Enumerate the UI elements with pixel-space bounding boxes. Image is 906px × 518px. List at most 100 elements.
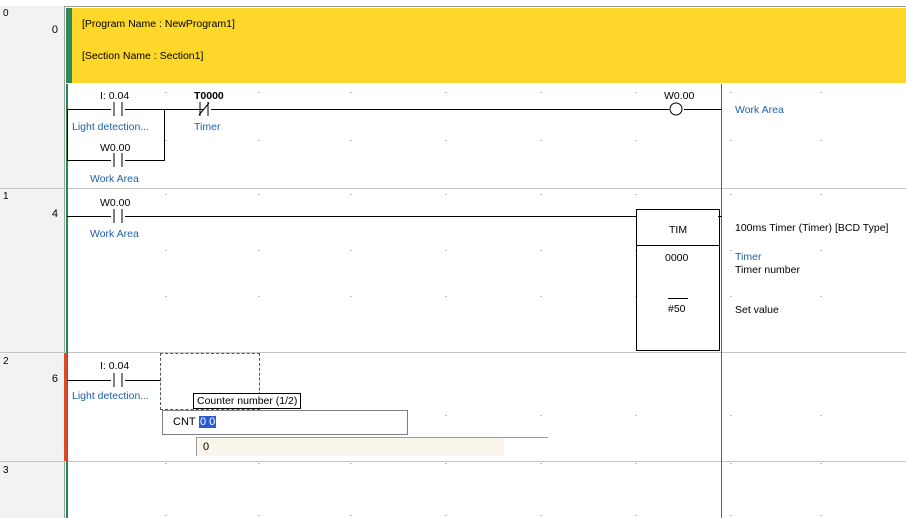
- grid-dot: [540, 250, 542, 251]
- grid-dot: [635, 515, 637, 516]
- grid-dot: [445, 250, 447, 251]
- top-border: [0, 6, 906, 7]
- grid-dot: [445, 296, 447, 297]
- grid-dot: [820, 463, 822, 464]
- grid-dot: [540, 352, 542, 353]
- no-contact-icon[interactable]: [111, 209, 125, 223]
- grid-dot: [730, 194, 732, 195]
- grid-dot: [445, 415, 447, 416]
- grid-dot: [540, 415, 542, 416]
- candidate-list[interactable]: 0: [196, 438, 504, 456]
- grid-dot: [540, 515, 542, 516]
- wire: [67, 216, 111, 217]
- operand-description: Set value: [735, 304, 779, 316]
- grid-dot: [258, 296, 260, 297]
- grid-dot: [540, 140, 542, 141]
- grid-dot: [258, 194, 260, 195]
- grid-dot: [445, 515, 447, 516]
- coil-address: W0.00: [664, 90, 695, 102]
- grid-dot: [730, 92, 732, 93]
- grid-dot: [540, 296, 542, 297]
- contact-comment: Light detection...: [72, 390, 150, 402]
- grid-dot: [820, 415, 822, 416]
- contact-comment: Work Area: [90, 173, 139, 185]
- contact-comment: Timer: [194, 121, 221, 133]
- nc-contact-icon[interactable]: [197, 102, 211, 116]
- operand-timer-number: 0000: [665, 252, 689, 264]
- rung-number: 0: [3, 8, 9, 19]
- contact-comment: Work Area: [90, 228, 139, 240]
- grid-dot: [258, 515, 260, 516]
- no-contact-icon[interactable]: [111, 153, 125, 167]
- instruction-mnemonic: TIM: [669, 224, 688, 236]
- wire: [67, 380, 111, 381]
- program-name: [Program Name : NewProgram1]: [82, 18, 235, 30]
- grid-dot: [350, 194, 352, 195]
- no-contact-icon[interactable]: [111, 373, 125, 387]
- grid-dot: [635, 463, 637, 464]
- branch-wire: [164, 109, 165, 161]
- no-contact-icon[interactable]: [111, 102, 125, 116]
- grid-dot: [350, 92, 352, 93]
- rung-divider: [0, 188, 906, 189]
- instruction-description: 100ms Timer (Timer) [BCD Type]: [735, 222, 889, 234]
- grid-dot: [350, 296, 352, 297]
- grid-dot: [730, 352, 732, 353]
- operand-comment: Timer: [735, 251, 762, 263]
- coil-icon[interactable]: [668, 102, 684, 116]
- operand-description: Timer number: [735, 264, 800, 276]
- grid-dot: [820, 194, 822, 195]
- grid-dot: [165, 515, 167, 516]
- grid-dot: [350, 352, 352, 353]
- editor-value[interactable]: 0 0: [199, 416, 217, 428]
- wire: [125, 160, 165, 161]
- step-number: 0: [51, 24, 58, 36]
- wire: [67, 160, 111, 161]
- block-divider: [637, 245, 719, 246]
- grid-dot: [165, 92, 167, 93]
- operand-input[interactable]: CNT 0 0: [162, 410, 408, 435]
- grid-dot: [820, 250, 822, 251]
- wire: [67, 109, 111, 110]
- grid-dot: [820, 352, 822, 353]
- grid-dot: [820, 92, 822, 93]
- grid-dot: [540, 92, 542, 93]
- grid-dot: [350, 250, 352, 251]
- grid-dot: [258, 140, 260, 141]
- grid-dot: [165, 463, 167, 464]
- contact-address: W0.00: [100, 142, 131, 154]
- section-name: [Section Name : Section1]: [82, 50, 204, 62]
- grid-dot: [730, 463, 732, 464]
- grid-dot: [445, 92, 447, 93]
- grid-dot: [635, 92, 637, 93]
- grid-dot: [445, 352, 447, 353]
- timer-instruction-block[interactable]: TIM 0000 #50: [636, 209, 720, 351]
- grid-dot: [258, 92, 260, 93]
- grid-dot: [258, 250, 260, 251]
- rung-number: 1: [3, 191, 9, 202]
- contact-address: I: 0.04: [100, 90, 130, 102]
- grid-dot: [820, 140, 822, 141]
- operand-tooltip: Counter number (1/2): [193, 393, 302, 409]
- grid-dot: [635, 352, 637, 353]
- grid-dot: [165, 296, 167, 297]
- grid-dot: [540, 463, 542, 464]
- operand-set-value: #50: [668, 303, 686, 315]
- header-strip: [66, 8, 72, 83]
- right-power-rail: [721, 84, 722, 518]
- candidate-item[interactable]: 0: [203, 441, 209, 453]
- grid-dot: [445, 463, 447, 464]
- wire: [684, 109, 722, 110]
- grid-dot: [635, 415, 637, 416]
- program-header: [Program Name : NewProgram1] [Section Na…: [66, 8, 906, 83]
- wire: [211, 109, 669, 110]
- grid-dot: [730, 415, 732, 416]
- grid-dot: [165, 250, 167, 251]
- step-number: 4: [51, 208, 58, 220]
- grid-dot: [730, 250, 732, 251]
- grid-dot: [635, 194, 637, 195]
- wire: [718, 216, 722, 217]
- wire: [125, 216, 636, 217]
- grid-dot: [445, 194, 447, 195]
- contact-address: W0.00: [100, 197, 131, 209]
